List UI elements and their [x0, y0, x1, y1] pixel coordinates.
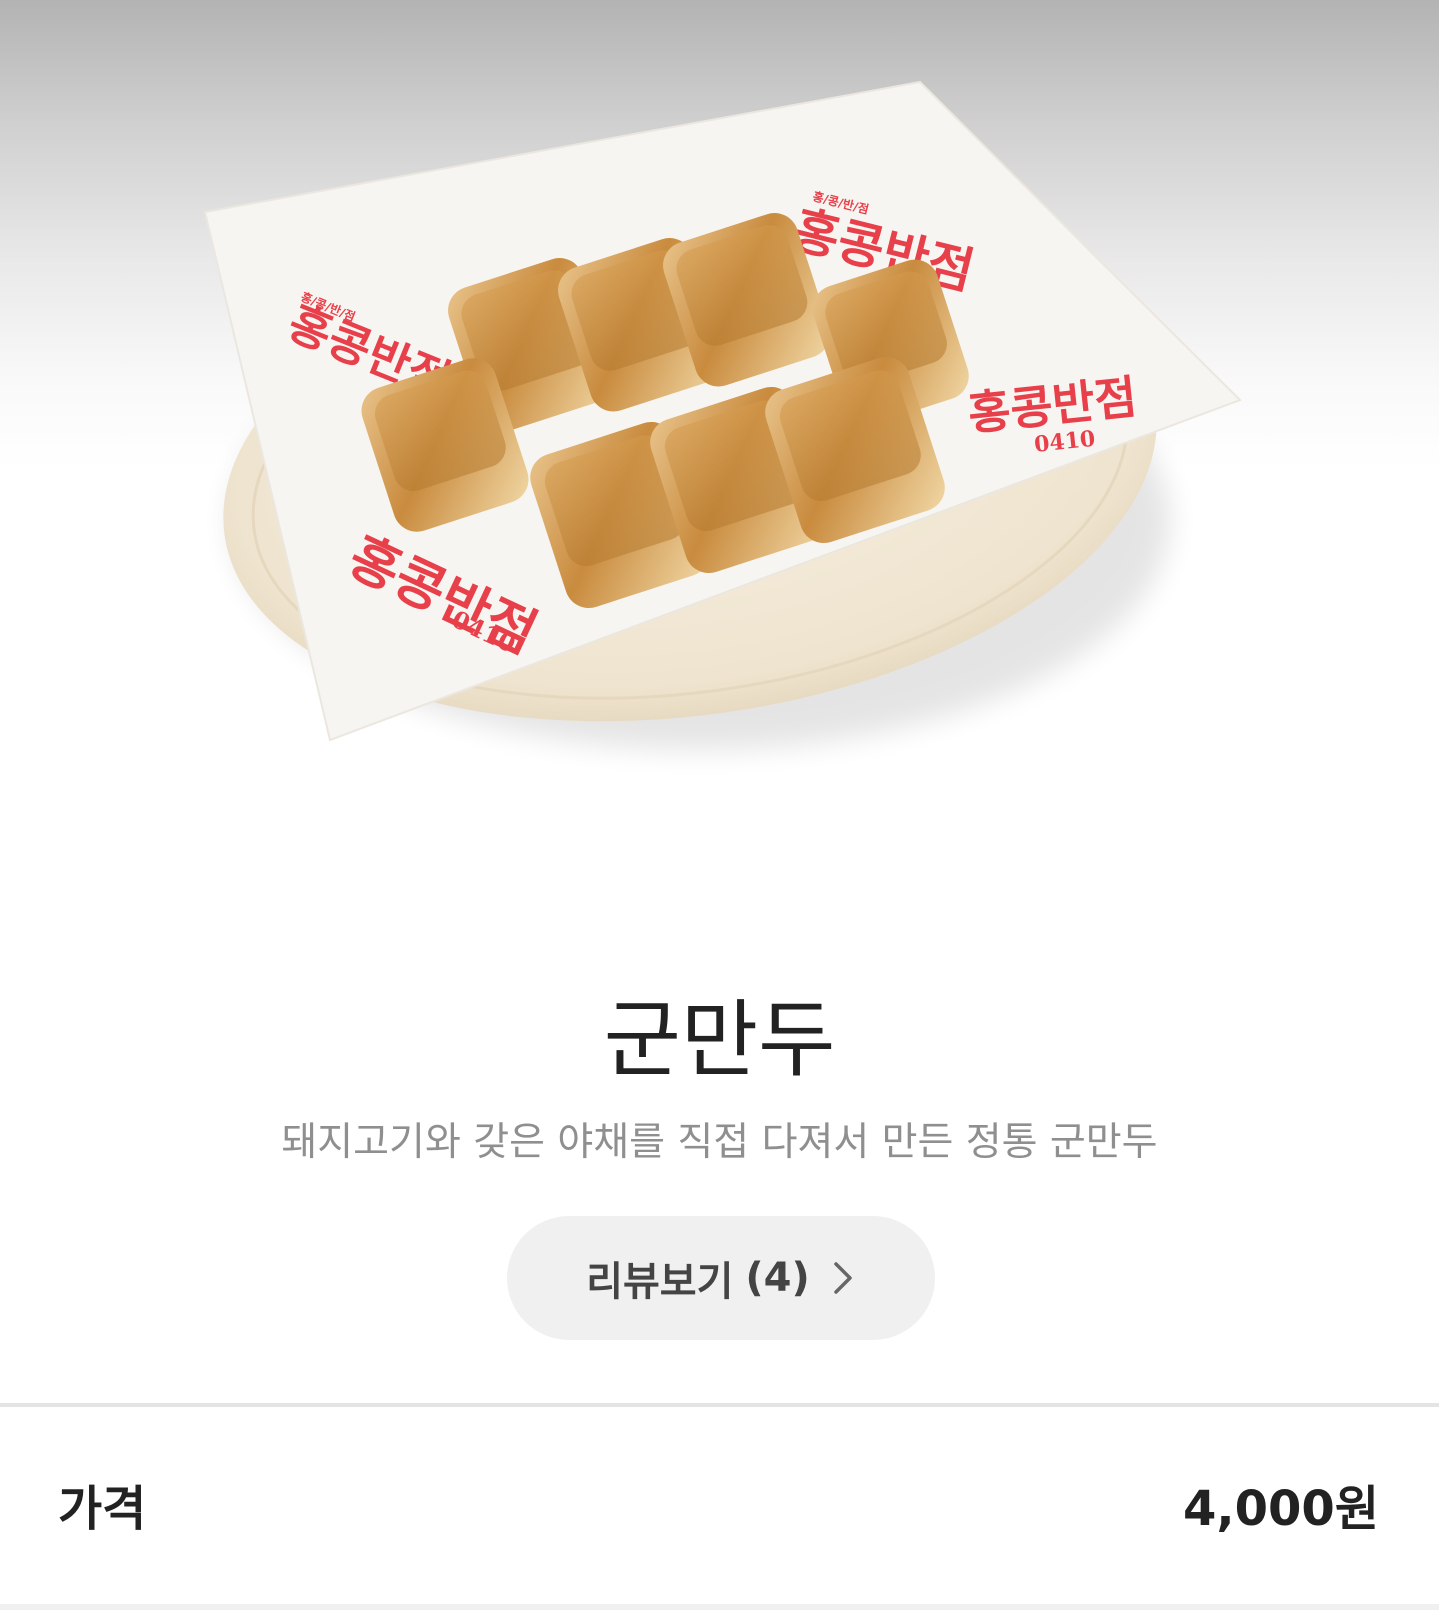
- dumpling-plate-illustration: 홍콩반점 홍/콩/반/점 홍콩반점 홍/콩/반/점 홍콩반점 0410 홍콩반점…: [203, 80, 1242, 750]
- review-count: (4): [745, 1255, 810, 1301]
- price-label: 가격: [58, 1481, 147, 1537]
- menu-description: 돼지고기와 갖은 야채를 직접 다져서 만든 정통 군만두: [281, 1120, 1158, 1165]
- menu-detail-page: 홍콩반점 홍/콩/반/점 홍콩반점 홍/콩/반/점 홍콩반점 0410 홍콩반점…: [0, 0, 1439, 1610]
- price-value: 4,000원: [1183, 1481, 1379, 1537]
- bottom-divider: [0, 1604, 1439, 1610]
- menu-title: 군만두: [603, 991, 836, 1089]
- chevron-right-icon: [832, 1258, 856, 1298]
- product-image: 홍콩반점 홍/콩/반/점 홍콩반점 홍/콩/반/점 홍콩반점 0410 홍콩반점…: [0, 0, 1439, 860]
- review-button-label: 리뷰보기: [586, 1259, 734, 1305]
- price-row: 가격 4,000원: [0, 1407, 1439, 1605]
- view-reviews-button[interactable]: 리뷰보기 (4): [507, 1216, 935, 1340]
